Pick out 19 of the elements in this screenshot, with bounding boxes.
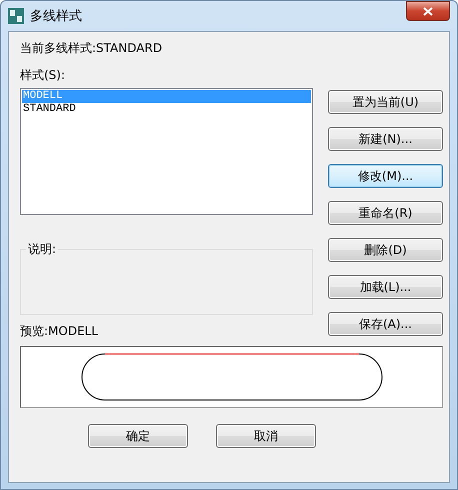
window-title: 多线样式 [30,8,83,25]
action-button[interactable]: 删除(D) [328,238,443,262]
action-button[interactable]: 新建(N)... [328,127,443,151]
action-button[interactable]: 修改(M)... [328,164,443,188]
current-style-label: 当前多线样式:STANDARD [20,40,164,57]
action-button[interactable]: 重命名(R) [328,201,443,225]
description-label: 说明: [26,241,58,258]
styles-label: 样式(S): [20,67,66,84]
close-icon [423,6,433,16]
preview-label: 预览:MODELL [20,323,100,340]
style-item[interactable]: STANDARD [22,103,311,116]
dialog-button[interactable]: 取消 [216,424,316,448]
action-button[interactable]: 加载(L)... [328,275,443,299]
action-button[interactable]: 置为当前(U) [328,90,443,114]
styles-list[interactable]: MODELL STANDARD [20,88,313,215]
dialog-button[interactable]: 确定 [88,424,188,448]
app-icon [8,8,24,24]
action-button[interactable]: 保存(A)... [328,312,443,336]
close-button[interactable] [406,1,450,21]
